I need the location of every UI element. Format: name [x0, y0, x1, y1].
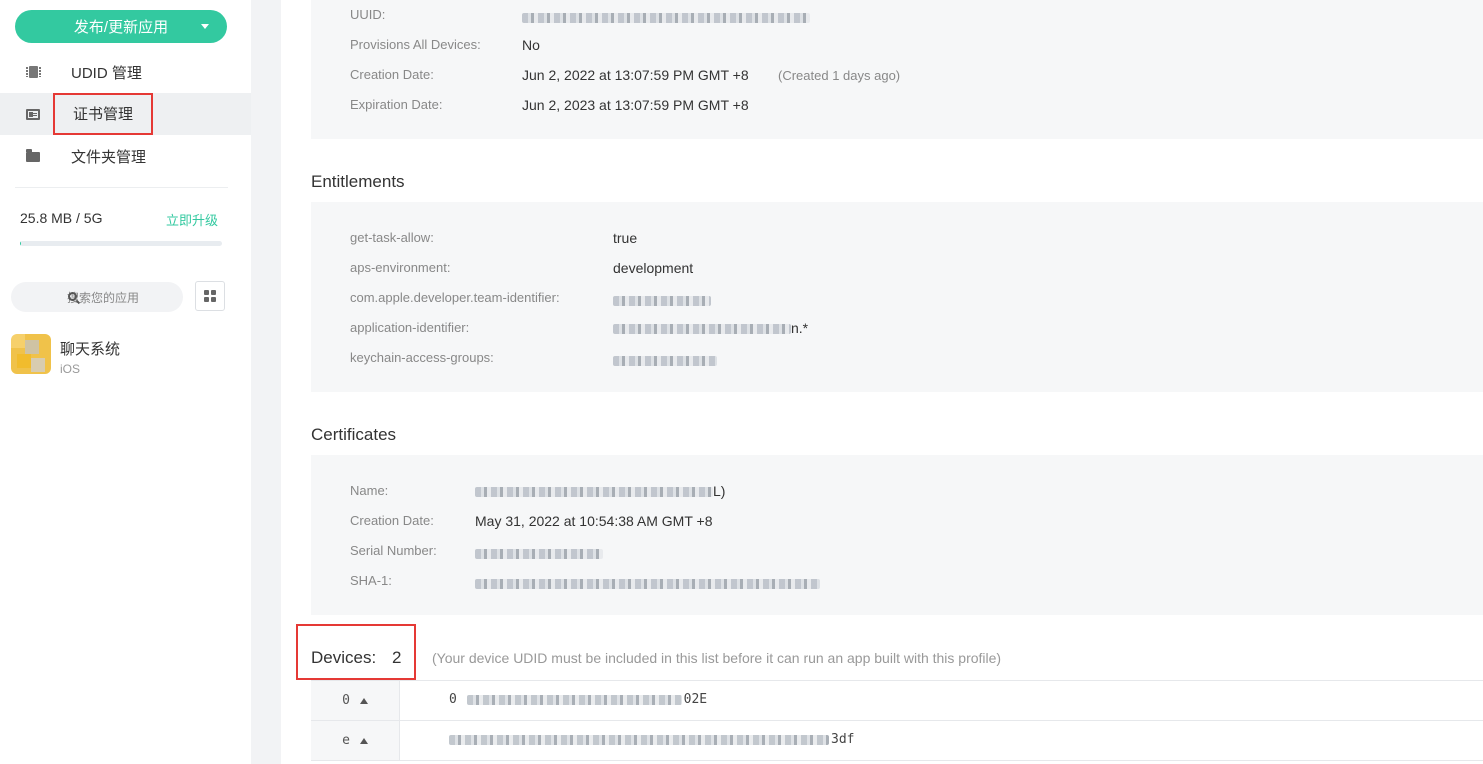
devices-note: (Your device UDID must be included in th…: [432, 650, 1002, 666]
search-icon: [68, 292, 77, 301]
sidebar-item-certificates[interactable]: 证书管理: [0, 93, 251, 135]
storage-progress-fill: [20, 241, 21, 246]
entitlement-key: keychain-access-groups:: [350, 350, 494, 365]
cert-name-label: Name:: [350, 483, 389, 498]
app-name: 聊天系统: [60, 341, 121, 358]
devices-title: Devices:: [311, 648, 377, 667]
devices-table: 0 0 02E e 3df: [311, 680, 1483, 761]
storage-progress-bar: [20, 241, 222, 246]
entitlement-value-tail: n.*: [791, 320, 809, 336]
app-list-item[interactable]: 聊天系统 iOS: [0, 330, 251, 380]
uuid-value: [522, 9, 810, 25]
cert-name-row: Name: L): [350, 483, 1450, 503]
entitlement-row: aps-environment: development: [350, 260, 1450, 280]
device-index: e: [342, 733, 350, 748]
sidebar-item-udid[interactable]: UDID 管理: [0, 51, 251, 93]
device-udid: 0 02E: [449, 692, 707, 707]
entitlements-title: Entitlements: [311, 172, 405, 191]
cert-creation-value: May 31, 2022 at 10:54:38 AM GMT +8: [475, 513, 713, 529]
entitlement-row: keychain-access-groups:: [350, 350, 1450, 370]
device-row[interactable]: 0 0 02E: [311, 681, 1483, 721]
sidebar-item-label: UDID 管理: [71, 64, 142, 82]
device-row[interactable]: e 3df: [311, 721, 1483, 761]
chip-icon: [25, 65, 41, 79]
grid-icon: [204, 290, 216, 302]
expiration-date-value: Jun 2, 2023 at 13:07:59 PM GMT +8: [522, 97, 749, 113]
sidebar: 发布/更新应用 UDID 管理 证书管理 文件夹管理 25.8 MB / 5G …: [0, 0, 251, 764]
cert-serial-row: Serial Number:: [350, 543, 1450, 563]
entitlement-key: aps-environment:: [350, 260, 451, 275]
cert-sha1-row: SHA-1:: [350, 573, 1450, 593]
created-ago-text: (Created 1 days ago): [778, 68, 901, 83]
app-platform: iOS: [60, 362, 81, 376]
cert-sha1-value-redacted: [475, 575, 820, 591]
entitlement-row: get-task-allow: true: [350, 230, 1450, 250]
entitlement-row: application-identifier: n.*: [350, 320, 1450, 340]
sidebar-divider: [15, 187, 228, 188]
expiration-date-label: Expiration Date:: [350, 97, 443, 112]
provisions-row: Provisions All Devices: No: [350, 37, 1450, 57]
cert-name-value: L): [475, 483, 725, 499]
grid-view-button[interactable]: [195, 281, 225, 311]
creation-date-value: Jun 2, 2022 at 13:07:59 PM GMT +8: [522, 67, 749, 83]
cert-serial-value-redacted: [475, 545, 603, 561]
caret-down-icon[interactable]: [201, 24, 209, 29]
sort-triangle-icon: [359, 737, 368, 744]
device-index-cell[interactable]: 0: [311, 681, 400, 720]
main-content: UUID: Provisions All Devices: No Creatio…: [281, 0, 1483, 764]
creation-date-label: Creation Date:: [350, 67, 434, 82]
sidebar-item-folders[interactable]: 文件夹管理: [0, 135, 251, 177]
entitlement-key: application-identifier:: [350, 320, 470, 335]
device-index: 0: [342, 693, 350, 708]
app-icon: [11, 334, 51, 374]
devices-count: 2: [392, 648, 402, 667]
creation-date-row: Creation Date: Jun 2, 2022 at 13:07:59 P…: [350, 67, 1450, 87]
entitlement-key: get-task-allow:: [350, 230, 434, 245]
publish-update-app-button[interactable]: 发布/更新应用: [15, 10, 227, 43]
cert-name-tail: L): [713, 483, 726, 499]
entitlement-value-redacted: [613, 352, 717, 368]
publish-button-label: 发布/更新应用: [73, 19, 169, 36]
id-card-icon: [26, 107, 40, 121]
entitlement-row: com.apple.developer.team-identifier:: [350, 290, 1450, 310]
content-gutter: [251, 0, 281, 764]
sidebar-item-label: 证书管理: [53, 93, 154, 135]
device-udid-tail: 02E: [683, 692, 708, 707]
profile-info-panel: UUID: Provisions All Devices: No Creatio…: [311, 0, 1483, 139]
storage-usage-text: 25.8 MB / 5G: [20, 210, 103, 226]
expiration-date-row: Expiration Date: Jun 2, 2023 at 13:07:59…: [350, 97, 1450, 117]
provisions-label: Provisions All Devices:: [350, 37, 481, 52]
uuid-label: UUID:: [350, 7, 386, 22]
entitlement-value: true: [613, 230, 638, 246]
entitlements-panel: get-task-allow: true aps-environment: de…: [311, 202, 1483, 392]
sidebar-item-label: 文件夹管理: [71, 148, 147, 166]
cert-sha1-label: SHA-1:: [350, 573, 392, 588]
device-index-cell[interactable]: e: [311, 721, 400, 760]
certificates-title: Certificates: [311, 425, 397, 444]
sort-triangle-icon: [359, 697, 368, 704]
entitlement-value-redacted: [613, 292, 711, 308]
entitlement-key: com.apple.developer.team-identifier:: [350, 290, 560, 305]
device-udid: 3df: [449, 732, 854, 747]
certificates-panel: Name: L) Creation Date: May 31, 2022 at …: [311, 455, 1483, 615]
uuid-row: UUID:: [350, 7, 1450, 27]
app-search-input[interactable]: 搜索您的应用: [11, 282, 183, 312]
upgrade-now-link[interactable]: 立即升级: [166, 210, 218, 229]
entitlement-value: n.*: [613, 320, 808, 336]
entitlement-value: development: [613, 260, 694, 276]
folder-icon: [26, 149, 40, 163]
cert-creation-label: Creation Date:: [350, 513, 434, 528]
device-udid-tail: 3df: [831, 732, 855, 747]
cert-serial-label: Serial Number:: [350, 543, 437, 558]
device-udid-head: 0: [449, 692, 457, 707]
provisions-value: No: [522, 37, 540, 53]
cert-creation-row: Creation Date: May 31, 2022 at 10:54:38 …: [350, 513, 1450, 533]
